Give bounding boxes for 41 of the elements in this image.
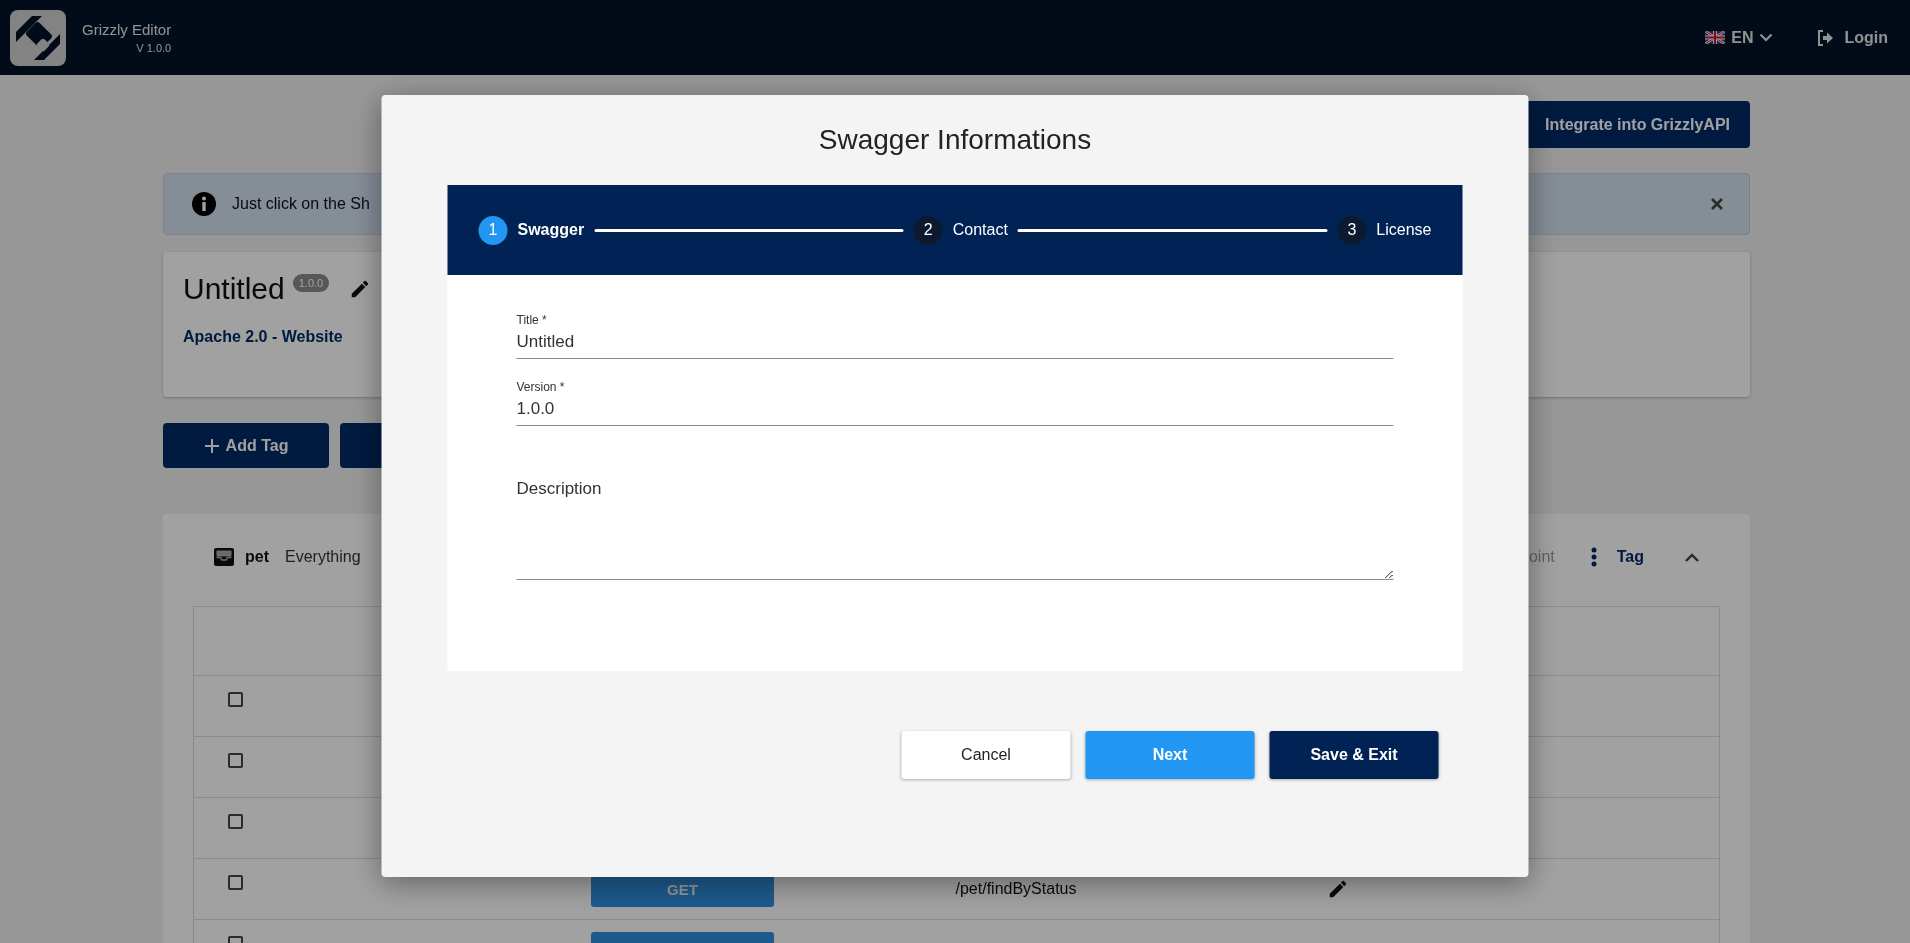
dialog-title: Swagger Informations [818, 124, 1092, 157]
step-label[interactable]: Contact [952, 221, 1008, 239]
tag-name: pet [245, 548, 269, 566]
add-tag-button[interactable]: Add Tag [163, 423, 329, 468]
flag-icon [1705, 31, 1726, 44]
chevron-down-icon [1759, 33, 1774, 42]
step-number[interactable]: 3 [1337, 215, 1367, 245]
edit-button[interactable] [1327, 878, 1349, 900]
tag-menu-button[interactable]: Tag [1590, 547, 1644, 567]
step-number[interactable]: 2 [913, 215, 943, 245]
row-checkbox[interactable] [228, 875, 243, 890]
field-label: Title * [516, 313, 548, 327]
endpoint-path: /pet/findByStatus [954, 880, 1078, 898]
version-badge: 1.0.0 [292, 274, 330, 292]
plus-icon [203, 437, 220, 454]
step-label[interactable]: License [1376, 221, 1432, 239]
input-field[interactable]: Untitled [516, 327, 1394, 359]
input-field[interactable]: 1.0.0 [516, 394, 1394, 426]
row-checkbox[interactable] [228, 814, 243, 829]
row-checkbox[interactable] [228, 753, 243, 768]
inbox-icon [213, 547, 235, 567]
login-button[interactable]: Login [1817, 28, 1888, 47]
save-exit-button[interactable]: Save & Exit [1269, 731, 1439, 779]
tag-description: Everything [285, 548, 361, 566]
logo-icon [8, 7, 68, 68]
row-checkbox[interactable] [228, 692, 243, 707]
app-version: V 1.0.0 [136, 42, 172, 54]
step-label[interactable]: Swagger [517, 221, 585, 239]
field-label: Version * [516, 380, 566, 394]
description-field[interactable]: Description [516, 463, 1394, 580]
endpoint-label: oint [1528, 548, 1555, 566]
kebab-icon [1590, 547, 1597, 567]
project-title: Untitled [183, 272, 285, 306]
info-icon [192, 192, 216, 216]
alert-text: Just click on the Sh [232, 195, 370, 213]
cancel-button[interactable]: Cancel [901, 731, 1071, 779]
close-button[interactable] [1711, 198, 1723, 210]
collapse-button[interactable] [1684, 552, 1700, 562]
app-name: Grizzly Editor [82, 21, 172, 38]
language-button[interactable]: EN [1705, 28, 1774, 47]
logout-icon [1817, 29, 1835, 46]
